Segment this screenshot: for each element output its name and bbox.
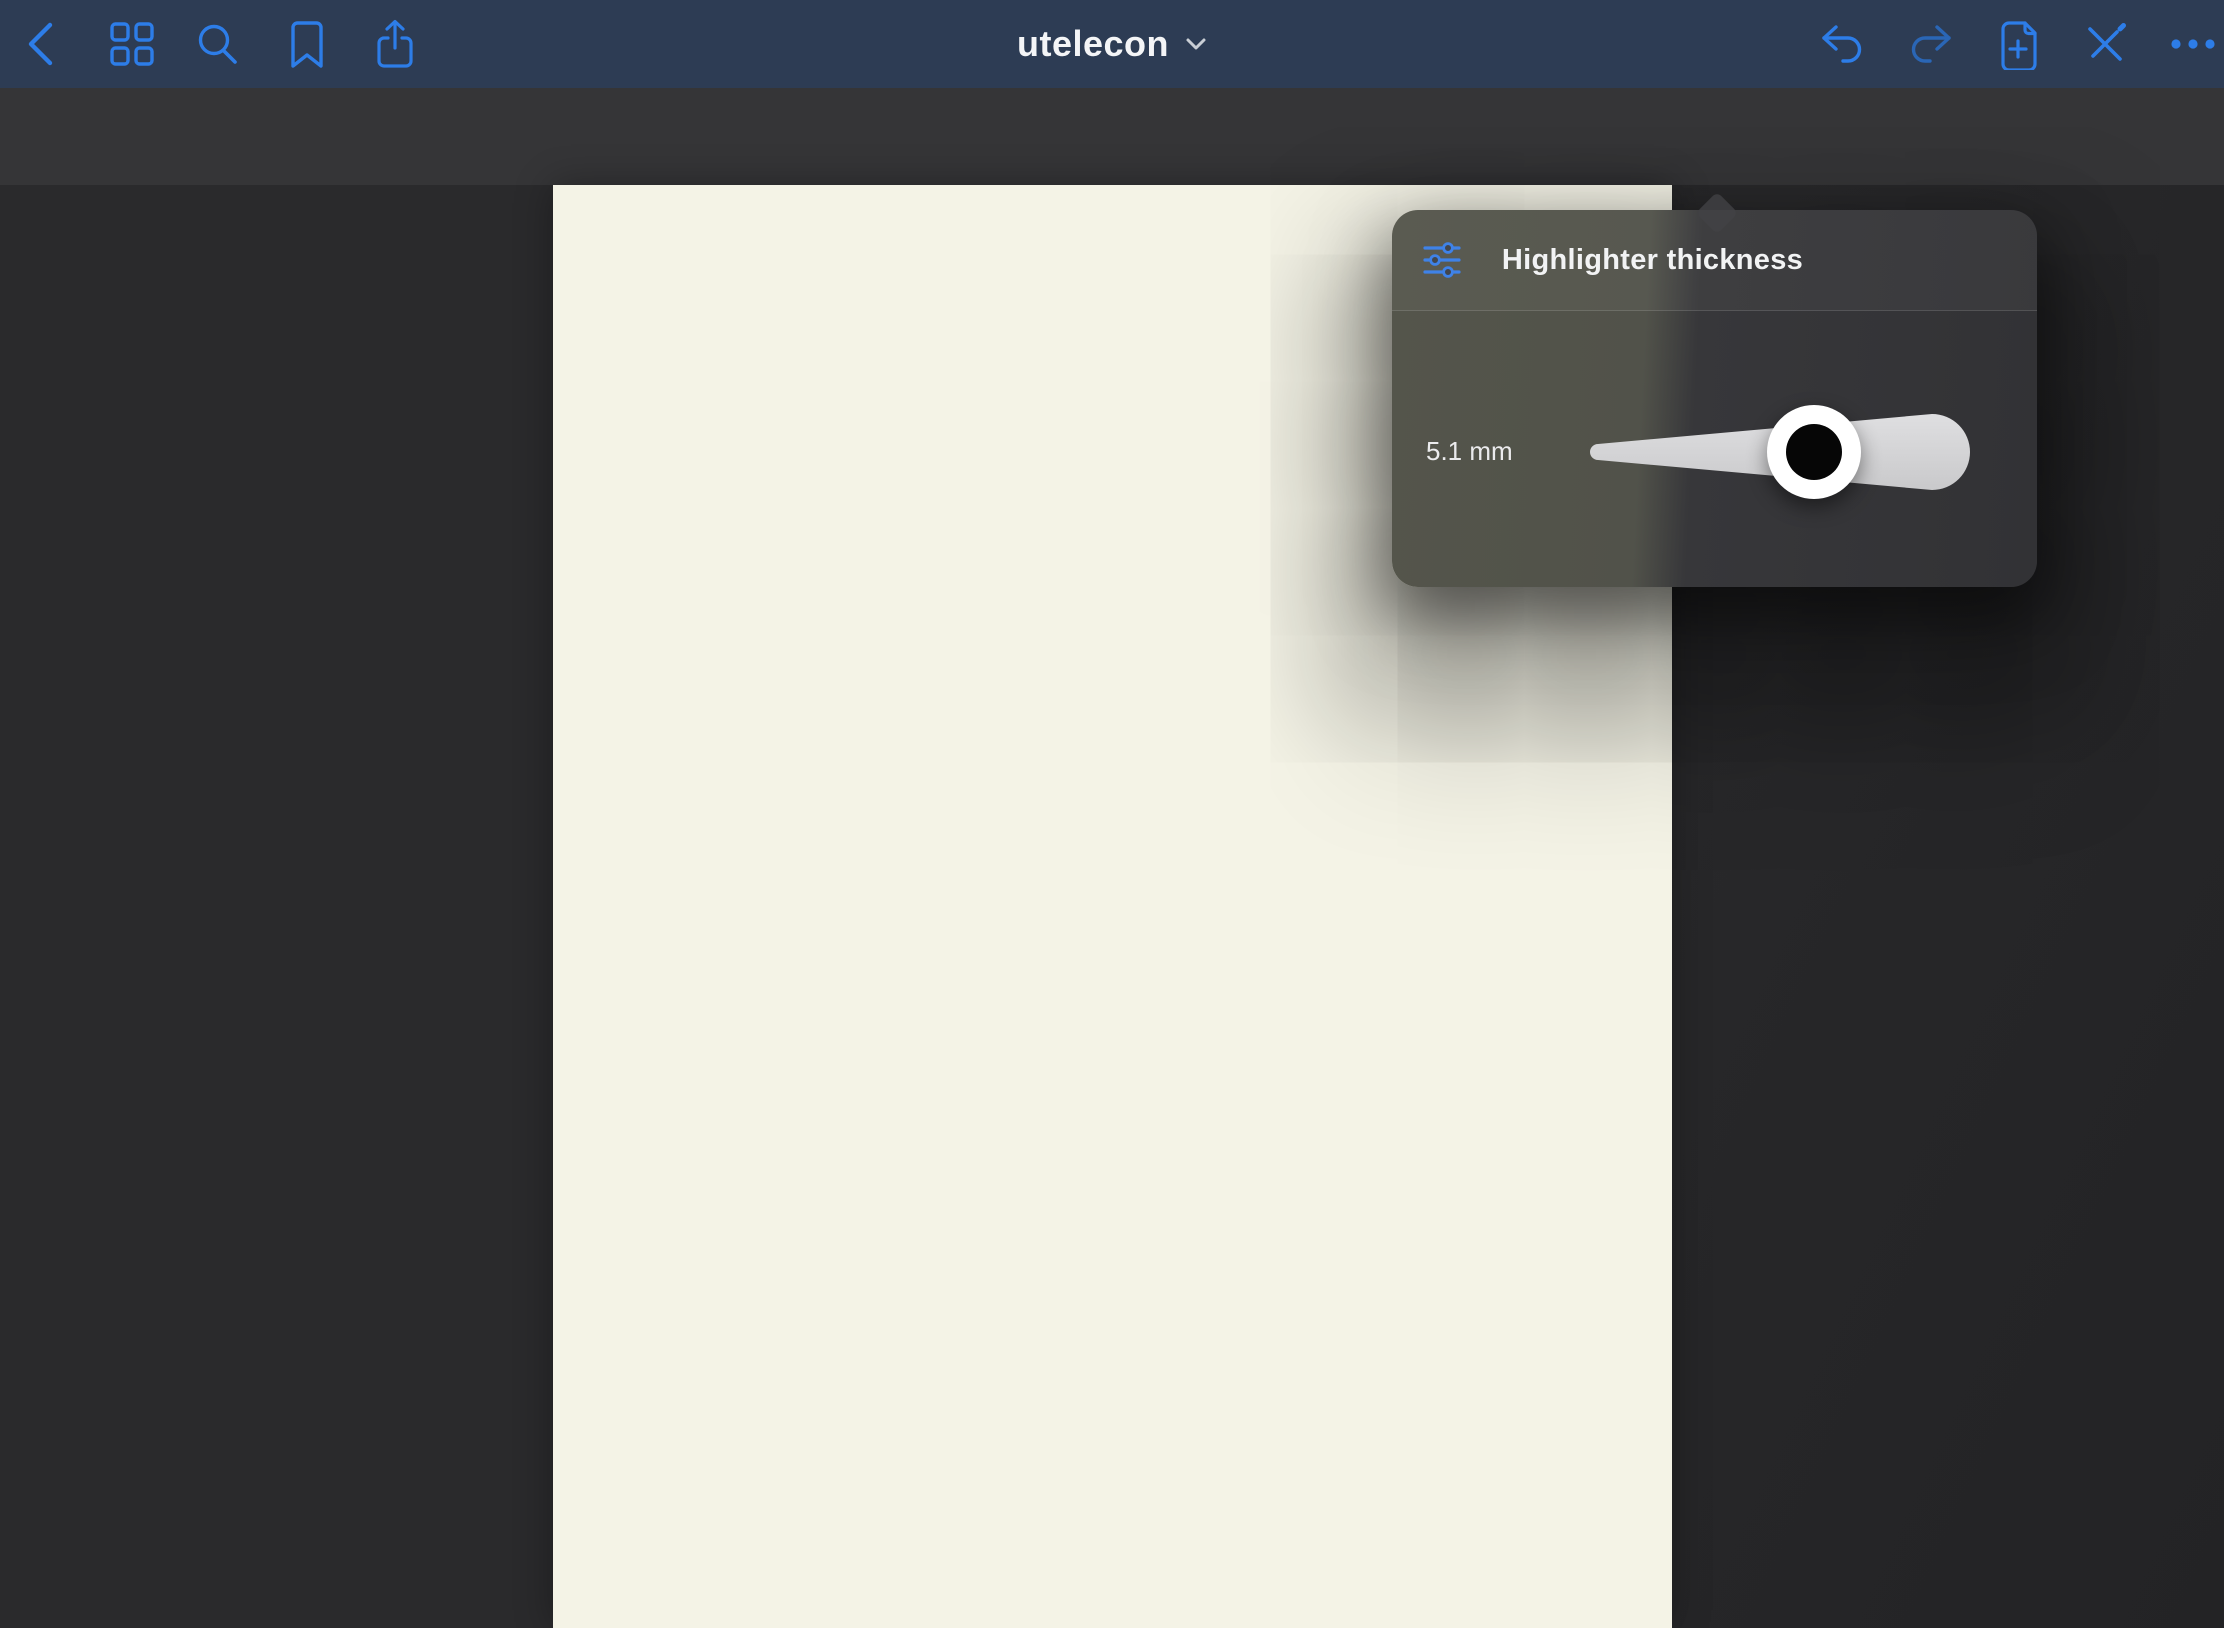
notes-app-screen: utelecon	[0, 0, 2224, 1628]
chevron-down-icon	[1185, 37, 1207, 51]
back-chevron-icon	[21, 19, 65, 69]
add-page-button[interactable]	[1990, 16, 2046, 72]
share-button[interactable]	[367, 16, 423, 72]
back-button[interactable]	[15, 16, 71, 72]
redo-button[interactable]	[1902, 16, 1958, 72]
undo-button[interactable]	[1815, 16, 1871, 72]
search-button[interactable]	[189, 16, 245, 72]
search-icon	[193, 20, 241, 68]
navbar: utelecon	[0, 0, 2224, 88]
document-title-button[interactable]: utelecon	[1017, 0, 1207, 88]
thickness-value-label: 5.1 mm	[1426, 436, 1513, 467]
undo-icon	[1818, 21, 1868, 67]
more-button[interactable]	[2165, 16, 2221, 72]
popover-title: Highlighter thickness	[1330, 244, 1975, 277]
thickness-slider-knob-inner	[1786, 424, 1842, 480]
add-page-icon	[1995, 18, 2041, 70]
document-title: utelecon	[1017, 23, 1169, 65]
bookmark-button[interactable]	[279, 16, 335, 72]
thickness-popover: Highlighter thickness 5.1 mm	[1392, 210, 2037, 587]
ellipsis-icon	[2169, 37, 2217, 51]
pen-mode-button[interactable]	[2077, 16, 2133, 72]
redo-icon	[1905, 21, 1955, 67]
crossed-pen-icon	[2081, 20, 2129, 68]
toolbar: a	[0, 88, 2224, 185]
share-icon	[372, 18, 418, 70]
popover-header: Highlighter thickness	[1392, 210, 2037, 311]
bookmark-icon	[285, 19, 329, 69]
thumbnails-button[interactable]	[104, 16, 160, 72]
thickness-slider-knob[interactable]	[1767, 405, 1861, 499]
grid-view-icon	[109, 21, 155, 67]
